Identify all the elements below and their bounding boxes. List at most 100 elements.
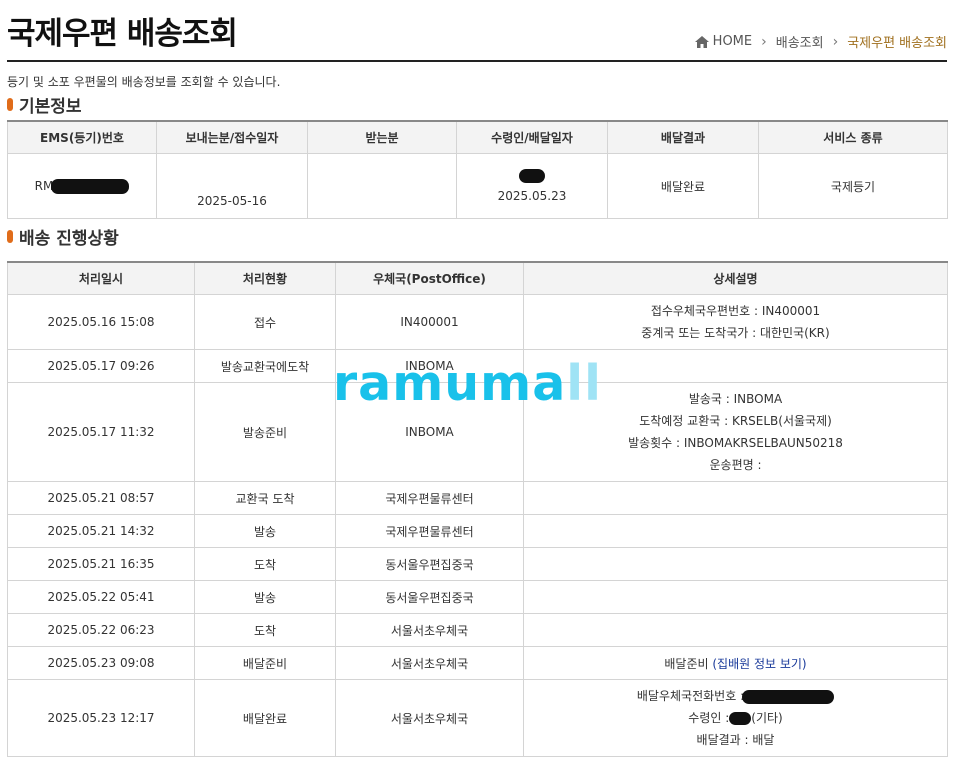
detail-cell xyxy=(523,547,948,581)
recipient-suffix: (기타) xyxy=(751,711,783,725)
datetime-cell: 2025.05.22 06:23 xyxy=(7,613,195,647)
detail-cell xyxy=(523,481,948,515)
detail-line: 배달결과 : 배달 xyxy=(696,733,775,747)
receiver-cell xyxy=(307,153,457,219)
status-cell: 도착 xyxy=(194,547,336,581)
section-bullet-icon xyxy=(7,98,13,111)
table-row: 2025.05.23 09:08 배달준비 서울서초우체국 배달준비 (집배원 … xyxy=(7,646,948,680)
redaction xyxy=(729,712,752,725)
detail-cell: 접수우체국우편번호 : IN400001 중계국 또는 도착국가 : 대한민국(… xyxy=(523,294,948,350)
status-cell: 교환국 도착 xyxy=(194,481,336,515)
basic-info-heading: 기본정보 xyxy=(7,92,82,117)
progress-title: 배송 진행상황 xyxy=(19,229,119,249)
table-row: RM 2025-05-16 2025.05.23 배달완료 국제등기 xyxy=(7,153,948,219)
table-row: 2025.05.16 15:08 접수 IN400001 접수우체국우편번호 :… xyxy=(7,294,948,350)
detail-line: 발송횟수 : INBOMAKRSELBAUN50218 xyxy=(628,436,843,450)
result-cell: 배달완료 xyxy=(607,153,759,219)
breadcrumb-current[interactable]: 국제우편 배송조회 xyxy=(847,32,947,51)
progress-table: 처리일시 처리현황 우체국(PostOffice) 상세설명 2025.05.1… xyxy=(7,261,948,757)
status-cell: 발송준비 xyxy=(194,382,336,482)
home-icon[interactable] xyxy=(694,35,709,48)
service-cell: 국제등기 xyxy=(758,153,948,219)
datetime-cell: 2025.05.21 08:57 xyxy=(7,481,195,515)
datetime-cell: 2025.05.21 16:35 xyxy=(7,547,195,581)
recipient-label: 수령인 : xyxy=(688,711,730,725)
table-row: 2025.05.22 05:41 발송 동서울우편집중국 xyxy=(7,580,948,614)
send-date: 2025-05-16 xyxy=(197,194,267,208)
office-cell: 국제우편물류센터 xyxy=(335,514,524,548)
section-bullet-icon xyxy=(7,230,13,243)
watermark-main: ramuma xyxy=(333,355,567,412)
datetime-cell: 2025.05.23 12:17 xyxy=(7,679,195,757)
detail-line: 도착예정 교환국 : KRSELB(서울국제) xyxy=(639,414,832,428)
office-cell: 서울서초우체국 xyxy=(335,646,524,680)
redaction xyxy=(742,689,835,704)
col-datetime: 처리일시 xyxy=(7,261,195,295)
detail-cell: 배달우체국전화번호 : 수령인 : (기타) 배달결과 : 배달 xyxy=(523,679,948,757)
carrier-info-link[interactable]: (집배원 정보 보기) xyxy=(712,657,806,671)
page-title: 국제우편 배송조회 xyxy=(7,16,238,52)
table-row: 2025.05.22 06:23 도착 서울서초우체국 xyxy=(7,613,948,647)
ems-number-cell: RM xyxy=(7,153,157,219)
progress-heading: 배송 진행상황 xyxy=(7,224,119,249)
col-receiver: 받는분 xyxy=(307,120,457,154)
chevron-right-icon: › xyxy=(832,33,839,50)
detail-line: 중계국 또는 도착국가 : 대한민국(KR) xyxy=(641,326,830,340)
detail-line: 배달우체국전화번호 : xyxy=(524,685,947,707)
datetime-cell: 2025.05.22 05:41 xyxy=(7,580,195,614)
office-cell: 동서울우편집중국 xyxy=(335,580,524,614)
detail-cell xyxy=(523,613,948,647)
office-cell: 동서울우편집중국 xyxy=(335,547,524,581)
chevron-right-icon: › xyxy=(761,33,767,50)
breadcrumb-home[interactable]: HOME xyxy=(713,34,752,49)
col-result: 배달결과 xyxy=(607,120,759,154)
delivery-date: 2025.05.23 xyxy=(497,189,567,204)
status-cell: 배달준비 xyxy=(194,646,336,680)
detail-cell xyxy=(523,580,948,614)
basic-info-table: EMS(등기)번호 보내는분/접수일자 받는분 수령인/배달일자 배달결과 서비… xyxy=(7,120,948,219)
status-cell: 발송 xyxy=(194,580,336,614)
breadcrumb-level1[interactable]: 배송조회 xyxy=(776,32,824,51)
detail-text: 배달준비 xyxy=(664,656,713,671)
phone-label: 배달우체국전화번호 : xyxy=(636,689,745,703)
status-cell: 배달완료 xyxy=(194,679,336,757)
table-row: 2025.05.21 14:32 발송 국제우편물류센터 xyxy=(7,514,948,548)
page-header: 국제우편 배송조회 HOME › 배송조회 › 국제우편 배송조회 xyxy=(7,0,947,62)
detail-cell xyxy=(523,514,948,548)
detail-cell: 배달준비 (집배원 정보 보기) xyxy=(523,646,948,680)
watermark-logo: ramumall xyxy=(333,355,602,412)
col-recipient: 수령인/배달일자 xyxy=(456,120,608,154)
send-date-cell: 2025-05-16 xyxy=(156,153,308,219)
datetime-cell: 2025.05.21 14:32 xyxy=(7,514,195,548)
datetime-cell: 2025.05.17 09:26 xyxy=(7,349,195,383)
datetime-cell: 2025.05.17 11:32 xyxy=(7,382,195,482)
status-cell: 발송교환국에도착 xyxy=(194,349,336,383)
breadcrumb: HOME › 배송조회 › 국제우편 배송조회 xyxy=(694,32,947,51)
recipient-cell: 2025.05.23 xyxy=(456,153,608,219)
col-ems: EMS(등기)번호 xyxy=(7,120,157,154)
watermark-faded: ll xyxy=(566,355,602,412)
office-cell: 국제우편물류센터 xyxy=(335,481,524,515)
col-service: 서비스 종류 xyxy=(758,120,948,154)
intro-text: 등기 및 소포 우편물의 배송정보를 조회할 수 있습니다. xyxy=(7,75,281,89)
office-cell: IN400001 xyxy=(335,294,524,350)
col-office: 우체국(PostOffice) xyxy=(335,261,524,295)
col-sender: 보내는분/접수일자 xyxy=(156,120,308,154)
status-cell: 접수 xyxy=(194,294,336,350)
redaction xyxy=(51,178,130,194)
table-row: 2025.05.21 08:57 교환국 도착 국제우편물류센터 xyxy=(7,481,948,515)
redaction xyxy=(519,169,545,184)
detail-line: 접수우체국우편번호 : IN400001 xyxy=(650,304,821,318)
detail-line: 수령인 : (기타) xyxy=(524,707,947,729)
office-cell: 서울서초우체국 xyxy=(335,613,524,647)
datetime-cell: 2025.05.16 15:08 xyxy=(7,294,195,350)
table-header-row: 처리일시 처리현황 우체국(PostOffice) 상세설명 xyxy=(7,261,948,295)
status-cell: 도착 xyxy=(194,613,336,647)
table-header-row: EMS(등기)번호 보내는분/접수일자 받는분 수령인/배달일자 배달결과 서비… xyxy=(7,120,948,154)
table-row: 2025.05.23 12:17 배달완료 서울서초우체국 배달우체국전화번호 … xyxy=(7,679,948,757)
basic-info-title: 기본정보 xyxy=(19,97,82,117)
datetime-cell: 2025.05.23 09:08 xyxy=(7,646,195,680)
status-cell: 발송 xyxy=(194,514,336,548)
table-row: 2025.05.21 16:35 도착 동서울우편집중국 xyxy=(7,547,948,581)
col-detail: 상세설명 xyxy=(523,261,948,295)
